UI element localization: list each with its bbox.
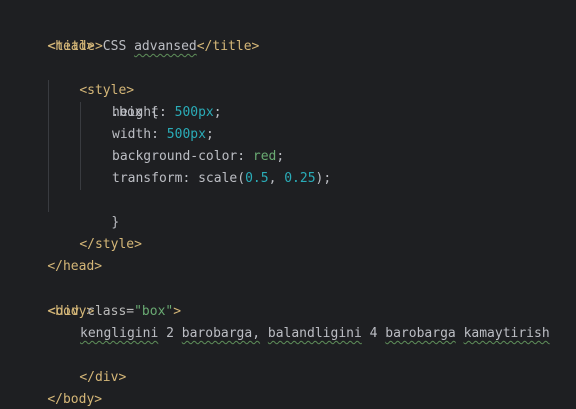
code-line-background: background-color: red;	[112, 146, 284, 168]
tag-div-open-end: >	[173, 304, 182, 319]
code-line-title: <title>CSS advansed</title>	[48, 36, 259, 58]
css-value-scale-y: 0.25	[284, 171, 316, 186]
text-word: 2	[166, 326, 174, 341]
css-prop-height: height:	[112, 105, 167, 120]
semicolon: ;	[213, 105, 222, 120]
css-fn-scale: scale(	[198, 171, 246, 186]
code-line-head-close: </head>	[16, 234, 102, 274]
tag-div-open: <div	[48, 304, 80, 319]
code-line-div-close: </div>	[48, 345, 126, 385]
text-word: kengligini	[80, 326, 159, 341]
attr-class-value: "box"	[134, 304, 174, 319]
css-value-width: 500px	[166, 127, 206, 142]
code-editor[interactable]: <head> <title>CSS advansed</title> <styl…	[0, 0, 576, 409]
tag-head-close: </head>	[47, 259, 103, 274]
css-prop-width: width:	[112, 127, 159, 142]
title-text-css: CSS	[102, 39, 127, 54]
code-line-brace-close: }	[80, 190, 119, 230]
text-word: barobarga,	[181, 326, 261, 341]
title-text-advansed: advansed	[134, 39, 197, 54]
code-line-selector: .box {	[80, 80, 158, 120]
code-line-body-close: </body>	[16, 367, 102, 407]
code-line-transform: transform: scale(0.5, 0.25);	[112, 168, 331, 190]
semicolon: ;	[276, 149, 285, 164]
code-line-height: height: 500px;	[112, 102, 222, 124]
code-line-div-text: kengligini 2 barobarga, balandligini 4 b…	[80, 323, 550, 345]
css-value-background-color: red	[252, 149, 277, 164]
code-line-body-open: <body>	[16, 279, 94, 319]
text-word: 4	[369, 326, 378, 341]
tag-title-open: <title>	[48, 39, 103, 54]
tag-title-close: </title>	[196, 39, 260, 54]
code-line-head-open: <head>	[16, 14, 94, 54]
tag-body-close: </body>	[47, 392, 103, 407]
css-value-scale-x: 0.5	[245, 171, 269, 186]
text-word: balandligini	[267, 326, 362, 341]
text-word: barobarga	[385, 326, 456, 341]
css-prop-background-color: background-color:	[112, 149, 246, 164]
code-line-style-open: <style>	[48, 58, 134, 98]
paren-close: );	[315, 171, 332, 186]
code-line-style-close: </style>	[48, 212, 142, 252]
code-line-div-open: <div class="box">	[48, 301, 181, 323]
code-line-width: width: 500px;	[112, 124, 214, 146]
comma: ,	[268, 171, 285, 186]
attr-class: class=	[87, 304, 135, 319]
css-value-height: 500px	[174, 105, 214, 120]
semicolon: ;	[205, 127, 214, 142]
text-word: kamaytirish	[463, 326, 550, 341]
css-prop-transform: transform:	[112, 171, 191, 186]
